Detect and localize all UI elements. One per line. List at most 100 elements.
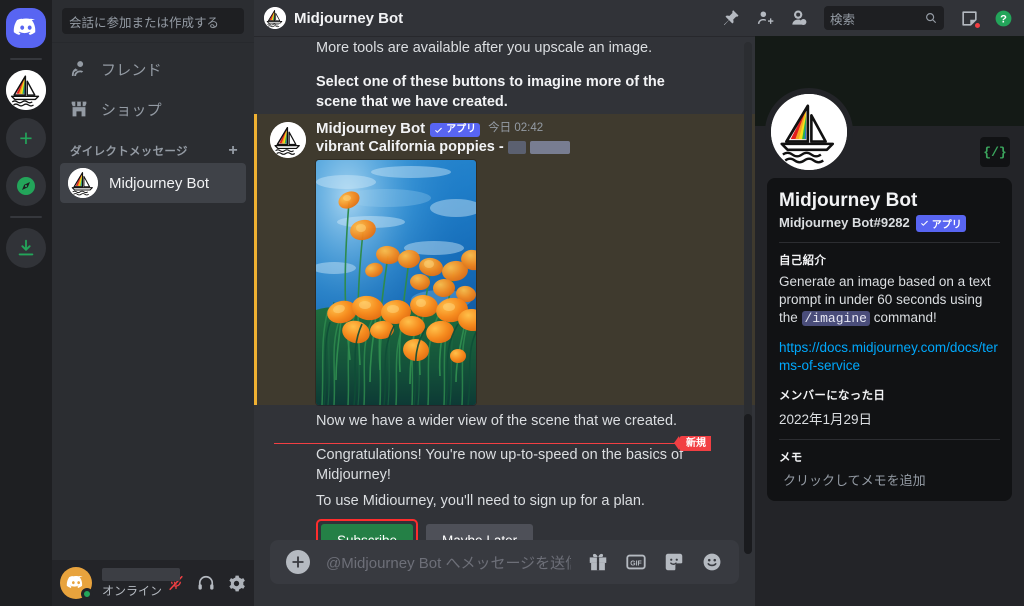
sidebar-nav-list: フレンド ショップ ダイレクトメッセージ + Midjourney Bot xyxy=(52,49,254,560)
compass-icon xyxy=(14,174,38,198)
sidebar-divider xyxy=(52,42,254,43)
poppies-painting-image xyxy=(316,160,476,405)
search-input[interactable]: 検索 xyxy=(824,6,944,30)
subscribe-button[interactable]: Subscribe xyxy=(321,524,414,540)
download-arrow-icon xyxy=(15,237,37,259)
add-attachment-icon[interactable] xyxy=(286,550,310,574)
divider-line xyxy=(274,443,707,444)
rail-divider xyxy=(10,58,42,60)
maybe-later-button[interactable]: Maybe Later xyxy=(426,524,534,540)
midjourney-sailboat-icon xyxy=(270,122,306,158)
content-row: More tools are available after you upsca… xyxy=(254,36,1024,606)
sidebar-item-label: フレンド xyxy=(101,61,162,79)
slash-command-button[interactable]: {/} xyxy=(980,137,1010,167)
profile-terms-link[interactable]: https://docs.midjourney.com/docs/terms-o… xyxy=(779,339,1000,375)
timestamp-day: 今日 xyxy=(488,122,512,135)
midjourney-sailboat-icon xyxy=(771,94,847,170)
message-text: Now we have a wider view of the scene th… xyxy=(316,413,678,429)
inbox-button[interactable] xyxy=(956,5,982,31)
plus-icon: + xyxy=(19,124,33,151)
main-column: Midjourney Bot 検索 More tools are availab… xyxy=(254,0,1024,606)
profile-bio-text: Generate an image based on a text prompt… xyxy=(779,273,1000,328)
message-group-mention: Midjourney Bot アプリ 今日 02:42 vibrant Cali… xyxy=(254,114,755,405)
page-title: Midjourney Bot xyxy=(294,9,404,27)
note-input[interactable]: クリックしてメモを追加 xyxy=(779,470,1000,489)
prompt-text: vibrant California poppies - xyxy=(316,139,504,155)
message-list: More tools are available after you upsca… xyxy=(254,36,755,540)
discord-logo-icon xyxy=(13,15,39,41)
current-user-meta[interactable]: オンライン xyxy=(96,567,180,599)
pinned-messages-button[interactable] xyxy=(718,5,744,31)
online-status-dot xyxy=(81,588,93,600)
server-icon-midjourney[interactable] xyxy=(6,70,46,110)
gear-icon xyxy=(227,574,246,593)
help-button[interactable] xyxy=(990,5,1016,31)
find-conversation-input[interactable]: 会話に参加または作成する xyxy=(62,8,244,34)
message-prompt: vibrant California poppies - xyxy=(316,139,707,155)
app-tag-badge: アプリ xyxy=(430,123,481,137)
search-icon xyxy=(924,11,938,25)
sidebar-item-friends[interactable]: フレンド xyxy=(60,49,246,89)
verified-check-icon xyxy=(919,218,930,229)
member-list-icon xyxy=(789,8,809,28)
gif-icon[interactable] xyxy=(625,551,647,573)
message-header: Midjourney Bot アプリ 今日 02:42 xyxy=(316,120,707,138)
message-input[interactable]: @Midjourney Bot へメッセージを送信 xyxy=(326,552,571,573)
avatar xyxy=(68,168,98,198)
app-tag-label: アプリ xyxy=(446,124,477,135)
message-text: More tools are available after you upsca… xyxy=(316,40,653,56)
avatar[interactable] xyxy=(270,122,306,158)
generated-image-attachment[interactable] xyxy=(316,160,476,405)
add-server-button[interactable]: + xyxy=(6,118,46,158)
create-dm-icon[interactable]: + xyxy=(228,143,238,159)
headset-icon xyxy=(196,573,216,593)
sidebar-item-shop[interactable]: ショップ xyxy=(60,89,246,129)
add-friend-icon xyxy=(755,8,775,28)
dm-sidebar: 会話に参加または作成する フレンド ショップ ダイレクトメッセージ + Midj… xyxy=(52,0,254,606)
download-apps-button[interactable] xyxy=(6,228,46,268)
profile-username: Midjourney Bot#9282 xyxy=(779,214,910,230)
redacted-chip xyxy=(507,140,526,154)
member-since-value: 2022年1月29日 xyxy=(779,412,873,428)
dm-section-header[interactable]: ダイレクトメッセージ + xyxy=(60,129,246,163)
home-button[interactable] xyxy=(6,8,46,48)
explore-servers-button[interactable] xyxy=(6,166,46,206)
sidebar-item-midjourney-bot[interactable]: Midjourney Bot xyxy=(60,163,246,203)
dm-section-title: ダイレクトメッセージ xyxy=(70,146,188,158)
add-friends-button[interactable] xyxy=(752,5,778,31)
chat-area: More tools are available after you upsca… xyxy=(254,36,755,606)
bio-text-after: command! xyxy=(869,310,937,326)
profile-card: Midjourney Bot Midjourney Bot#9282 アプリ 自… xyxy=(767,178,1012,502)
message-text: To use Midiourney, you'll need to sign u… xyxy=(316,493,645,509)
chat-scrollbar-thumb[interactable] xyxy=(744,414,752,554)
verified-check-icon xyxy=(433,125,444,136)
help-icon xyxy=(994,9,1013,28)
app-tag-label: アプリ xyxy=(931,219,962,231)
user-settings-button[interactable] xyxy=(222,569,250,597)
composer-wrap: @Midjourney Bot へメッセージを送信 xyxy=(254,540,755,606)
username-redacted xyxy=(102,567,180,581)
sidebar-search-wrap: 会話に参加または作成する xyxy=(52,0,254,42)
note-title: メモ xyxy=(779,452,803,465)
action-button-row: Subscribe Maybe Later xyxy=(254,513,755,540)
message-timestamp: 今日 02:42 xyxy=(488,122,543,136)
midjourney-sailboat-icon xyxy=(6,70,46,110)
deafen-button[interactable] xyxy=(192,569,220,597)
profile-avatar[interactable] xyxy=(765,88,853,176)
toggle-profile-panel-button[interactable] xyxy=(786,5,812,31)
profile-display-name: Midjourney Bot xyxy=(779,190,918,211)
timestamp-time: 02:42 xyxy=(514,122,544,135)
profile-divider xyxy=(779,241,1000,243)
sticker-icon[interactable] xyxy=(663,551,685,573)
emoji-icon[interactable] xyxy=(701,551,723,573)
app-tag-badge: アプリ xyxy=(915,214,966,232)
member-since-title: メンバーになった日 xyxy=(779,390,886,403)
chat-scrollbar[interactable] xyxy=(744,42,752,554)
current-user-avatar[interactable] xyxy=(60,567,93,600)
message-composer[interactable]: @Midjourney Bot へメッセージを送信 xyxy=(270,540,739,584)
gift-icon[interactable] xyxy=(587,551,609,573)
search-placeholder: 検索 xyxy=(830,12,856,27)
message-author[interactable]: Midjourney Bot xyxy=(316,120,425,138)
inbox-unread-dot xyxy=(974,22,981,29)
pin-icon xyxy=(721,8,741,28)
